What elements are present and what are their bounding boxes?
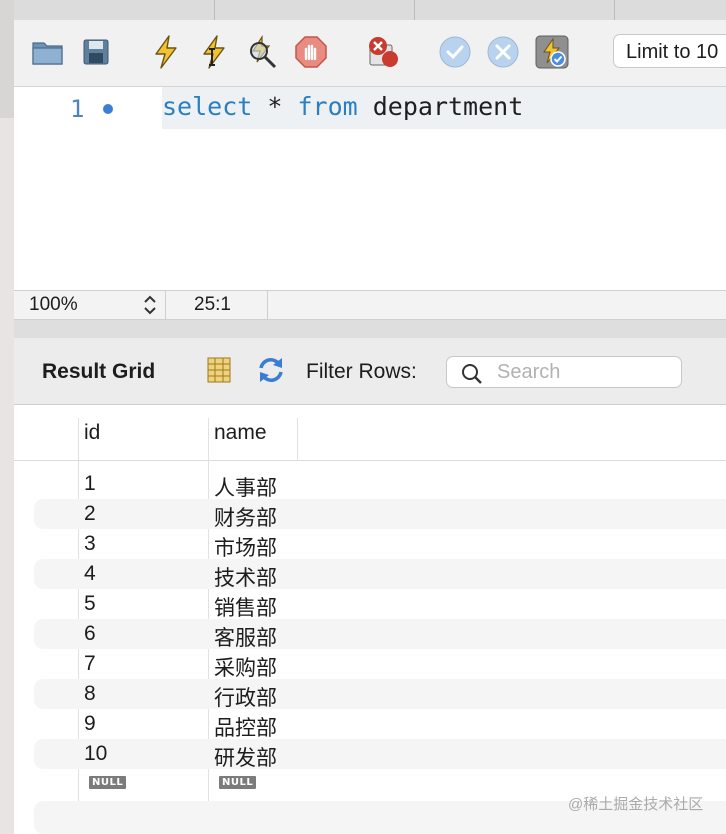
table-row[interactable]: 7 采购部 <box>34 649 726 680</box>
limit-label: Limit to 10 <box>626 41 719 63</box>
cell-id: 10 <box>84 742 108 765</box>
cell-name: 人事部 <box>214 477 277 500</box>
limit-select[interactable]: Limit to 10 <box>613 34 726 68</box>
column-separator <box>297 418 298 461</box>
zoom-stepper-icon[interactable] <box>142 292 158 318</box>
execute-current-icon[interactable] <box>196 34 232 70</box>
result-grid: id name 1 人事部 2 财务部 3 市场部 4 技术部 5 销售部 6 客服部 7 采… <box>14 405 726 834</box>
cell-name: 行政部 <box>214 687 277 710</box>
cell-name: 市场部 <box>214 537 277 560</box>
filter-search-box[interactable] <box>446 356 682 388</box>
cell-id: 9 <box>84 712 96 735</box>
sql-editor[interactable]: 1 select * from department <box>14 87 726 290</box>
editor-status-bar: 100% 25:1 <box>14 290 726 320</box>
status-separator <box>267 291 268 320</box>
cell-id: 3 <box>84 532 96 555</box>
table-row[interactable]: 4 技术部 <box>34 559 726 590</box>
table-row[interactable]: 10 研发部 <box>34 739 726 770</box>
cell-name: 销售部 <box>214 597 277 620</box>
code-star: * <box>252 92 298 121</box>
table-row[interactable]: 8 行政部 <box>34 679 726 710</box>
line-number: 1 <box>70 95 85 123</box>
cell-name: 技术部 <box>214 567 277 590</box>
cell-id: 2 <box>84 502 96 525</box>
cell-id: 4 <box>84 562 96 585</box>
column-header-id[interactable]: id <box>84 421 100 445</box>
statement-marker-icon <box>103 104 113 114</box>
tab-separator <box>614 0 615 20</box>
rollback-icon[interactable] <box>485 34 521 70</box>
save-icon[interactable] <box>78 34 114 70</box>
cell-id: 7 <box>84 652 96 675</box>
search-icon <box>462 364 482 384</box>
cell-name: 采购部 <box>214 657 277 680</box>
refresh-icon[interactable] <box>255 355 285 385</box>
cursor-position: 25:1 <box>194 294 231 315</box>
autocommit-icon[interactable] <box>534 34 570 70</box>
null-badge-name: NULL <box>219 776 257 789</box>
execute-icon[interactable] <box>148 34 184 70</box>
status-separator <box>165 291 166 320</box>
filter-rows-label: Filter Rows: <box>306 360 417 383</box>
zoom-level: 100% <box>29 294 78 315</box>
code-table-name: department <box>357 92 524 121</box>
keyword-select: select <box>162 92 253 121</box>
table-row[interactable]: 6 客服部 <box>34 619 726 650</box>
table-row[interactable]: 1 人事部 <box>34 469 726 500</box>
table-row[interactable]: 5 销售部 <box>34 589 726 620</box>
cell-id: 8 <box>84 682 96 705</box>
null-badge-id: NULL <box>89 776 127 789</box>
watermark: @稀土掘金技术社区 <box>568 796 704 813</box>
pane-divider[interactable] <box>14 320 726 338</box>
cell-name: 研发部 <box>214 747 277 770</box>
stop-icon[interactable] <box>293 34 329 70</box>
commit-icon[interactable] <box>437 34 473 70</box>
cell-id: 6 <box>84 622 96 645</box>
table-row[interactable]: 2 财务部 <box>34 499 726 530</box>
tab-separator <box>214 0 215 20</box>
result-grid-title: Result Grid <box>42 360 156 383</box>
cell-id: 5 <box>84 592 96 615</box>
column-header-name[interactable]: name <box>214 421 267 445</box>
filter-search-input[interactable] <box>497 361 672 383</box>
keyword-from: from <box>297 92 358 121</box>
explain-icon[interactable] <box>244 34 280 70</box>
tab-separator <box>414 0 415 20</box>
left-sidebar-strip <box>0 0 14 834</box>
cell-name: 财务部 <box>214 507 277 530</box>
table-row[interactable]: 9 品控部 <box>34 709 726 740</box>
tab-strip <box>14 0 726 21</box>
grid-view-icon[interactable] <box>204 355 234 385</box>
cell-name: 品控部 <box>214 717 277 740</box>
result-toolbar: Result Grid Filter Rows: <box>14 338 726 405</box>
open-file-icon[interactable] <box>30 34 66 70</box>
header-divider <box>14 460 726 461</box>
toggle-error-icon[interactable] <box>365 34 401 70</box>
left-sidebar-band <box>0 0 14 118</box>
sql-statement[interactable]: select * from department <box>162 92 523 121</box>
sql-toolbar: Limit to 10 <box>14 20 726 87</box>
cell-id: 1 <box>84 472 96 495</box>
table-row[interactable]: 3 市场部 <box>34 529 726 560</box>
cell-name: 客服部 <box>214 627 277 650</box>
